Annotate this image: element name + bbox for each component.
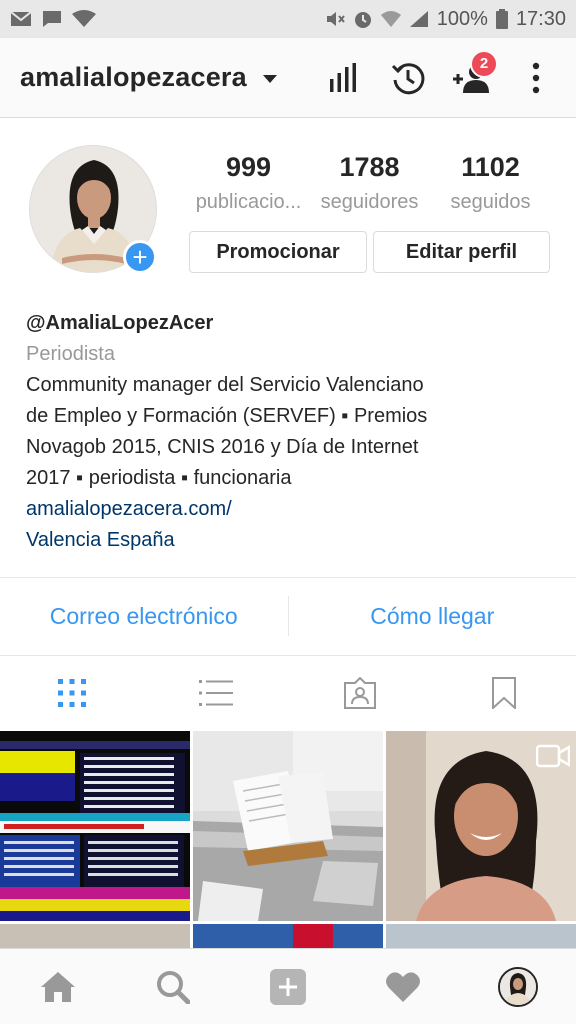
bio-line: Community manager del Servicio Valencian…: [26, 374, 424, 396]
add-icon: [269, 968, 306, 1005]
edit-profile-button[interactable]: Editar perfil: [373, 231, 550, 273]
home-icon: [40, 971, 75, 1002]
chevron-down-icon[interactable]: [262, 74, 277, 83]
profile-display-name: @AmaliaLopezAcer: [26, 312, 214, 334]
more-options-button[interactable]: [516, 58, 556, 98]
stat-followers-count: 1788: [339, 152, 400, 182]
post-thumbnail[interactable]: [386, 924, 576, 948]
nav-home[interactable]: [28, 957, 88, 1017]
notification-badge: 2: [470, 49, 498, 78]
bio-line: 2017 ▪ periodista ▪ funcionaria: [26, 467, 292, 489]
archive-button[interactable]: [388, 58, 428, 98]
profile-tabs: [0, 656, 576, 730]
bio-line: Novagob 2015, CNIS 2016 y Día de Interne…: [26, 436, 419, 458]
search-icon: [156, 970, 190, 1004]
more-vertical-icon: [532, 62, 540, 93]
nav-add-post[interactable]: [258, 957, 318, 1017]
tab-grid[interactable]: [0, 678, 144, 708]
message-icon: [42, 10, 62, 28]
wifi-signal-icon: [380, 10, 401, 28]
tab-saved[interactable]: [432, 677, 576, 709]
insights-button[interactable]: [324, 58, 364, 98]
discover-people-button[interactable]: 2: [452, 49, 498, 98]
bio-line: de Empleo y Formación (SERVEF) ▪ Premios: [26, 405, 428, 427]
grid-icon: [58, 679, 86, 707]
status-left: [10, 10, 96, 28]
stat-following-count: 1102: [461, 152, 520, 182]
desk-photo-image: [193, 731, 383, 921]
battery-percent: 100%: [436, 7, 488, 30]
profile-header: amalialopezacera 2: [0, 38, 576, 118]
list-icon: [199, 680, 233, 706]
stat-followers-label: seguidores: [320, 191, 419, 213]
account-username[interactable]: amalialopezacera: [20, 62, 247, 93]
battery-icon: [495, 9, 508, 29]
bookmark-icon: [492, 677, 516, 709]
posts-grid: [0, 731, 576, 948]
post-thumbnail[interactable]: [193, 924, 383, 948]
alarm-icon: [353, 9, 373, 29]
post-thumbnail[interactable]: [0, 731, 190, 921]
stat-posts-label: publicacio...: [195, 191, 302, 213]
mail-icon: [10, 11, 32, 27]
post-thumbnail[interactable]: [0, 924, 190, 948]
cell-signal-icon: [409, 10, 429, 28]
wifi-icon: [72, 10, 96, 28]
profile-stats: 999 publicacio... 1788 seguidores 1102 s…: [188, 152, 552, 214]
profile-bio: @AmaliaLopezAcer Periodista Community ma…: [26, 308, 556, 556]
clock-time: 17:30: [515, 7, 566, 30]
video-camera-icon: [536, 744, 570, 768]
status-bar: 100% 17:30: [0, 0, 576, 38]
directions-button[interactable]: Cómo llegar: [289, 603, 576, 630]
email-button[interactable]: Correo electrónico: [0, 603, 288, 630]
nav-search[interactable]: [143, 957, 203, 1017]
stat-followers[interactable]: 1788 seguidores: [309, 152, 430, 214]
nav-activity[interactable]: [373, 957, 433, 1017]
tagged-icon: [344, 677, 376, 709]
nav-profile[interactable]: [488, 957, 548, 1017]
stat-following-label: seguidos: [450, 191, 531, 213]
stat-posts-count: 999: [225, 152, 272, 182]
history-icon: [391, 62, 425, 94]
heart-icon: [386, 971, 421, 1002]
tv-teletext-image: [0, 731, 190, 921]
location-link[interactable]: Valencia España: [26, 525, 556, 556]
tab-list[interactable]: [144, 679, 288, 707]
promote-button[interactable]: Promocionar: [189, 231, 367, 273]
contact-bar: Correo electrónico Cómo llegar: [0, 578, 576, 654]
bottom-navigation: [0, 948, 576, 1024]
profile-avatar-icon: [498, 966, 539, 1007]
mute-icon: [325, 10, 345, 28]
tab-tagged[interactable]: [288, 677, 432, 709]
website-link[interactable]: amalialopezacera.com/: [26, 494, 556, 525]
post-image: [193, 924, 383, 948]
add-story-plus-icon[interactable]: +: [123, 240, 157, 274]
stat-following[interactable]: 1102 seguidos: [430, 152, 551, 214]
header-actions: 2: [324, 49, 556, 98]
profile-category: Periodista: [26, 343, 115, 365]
status-right: 100% 17:30: [325, 8, 566, 31]
post-thumbnail[interactable]: [386, 731, 576, 921]
post-thumbnail[interactable]: [193, 731, 383, 921]
bar-chart-icon: [330, 62, 356, 92]
stat-posts[interactable]: 999 publicacio...: [188, 152, 309, 214]
